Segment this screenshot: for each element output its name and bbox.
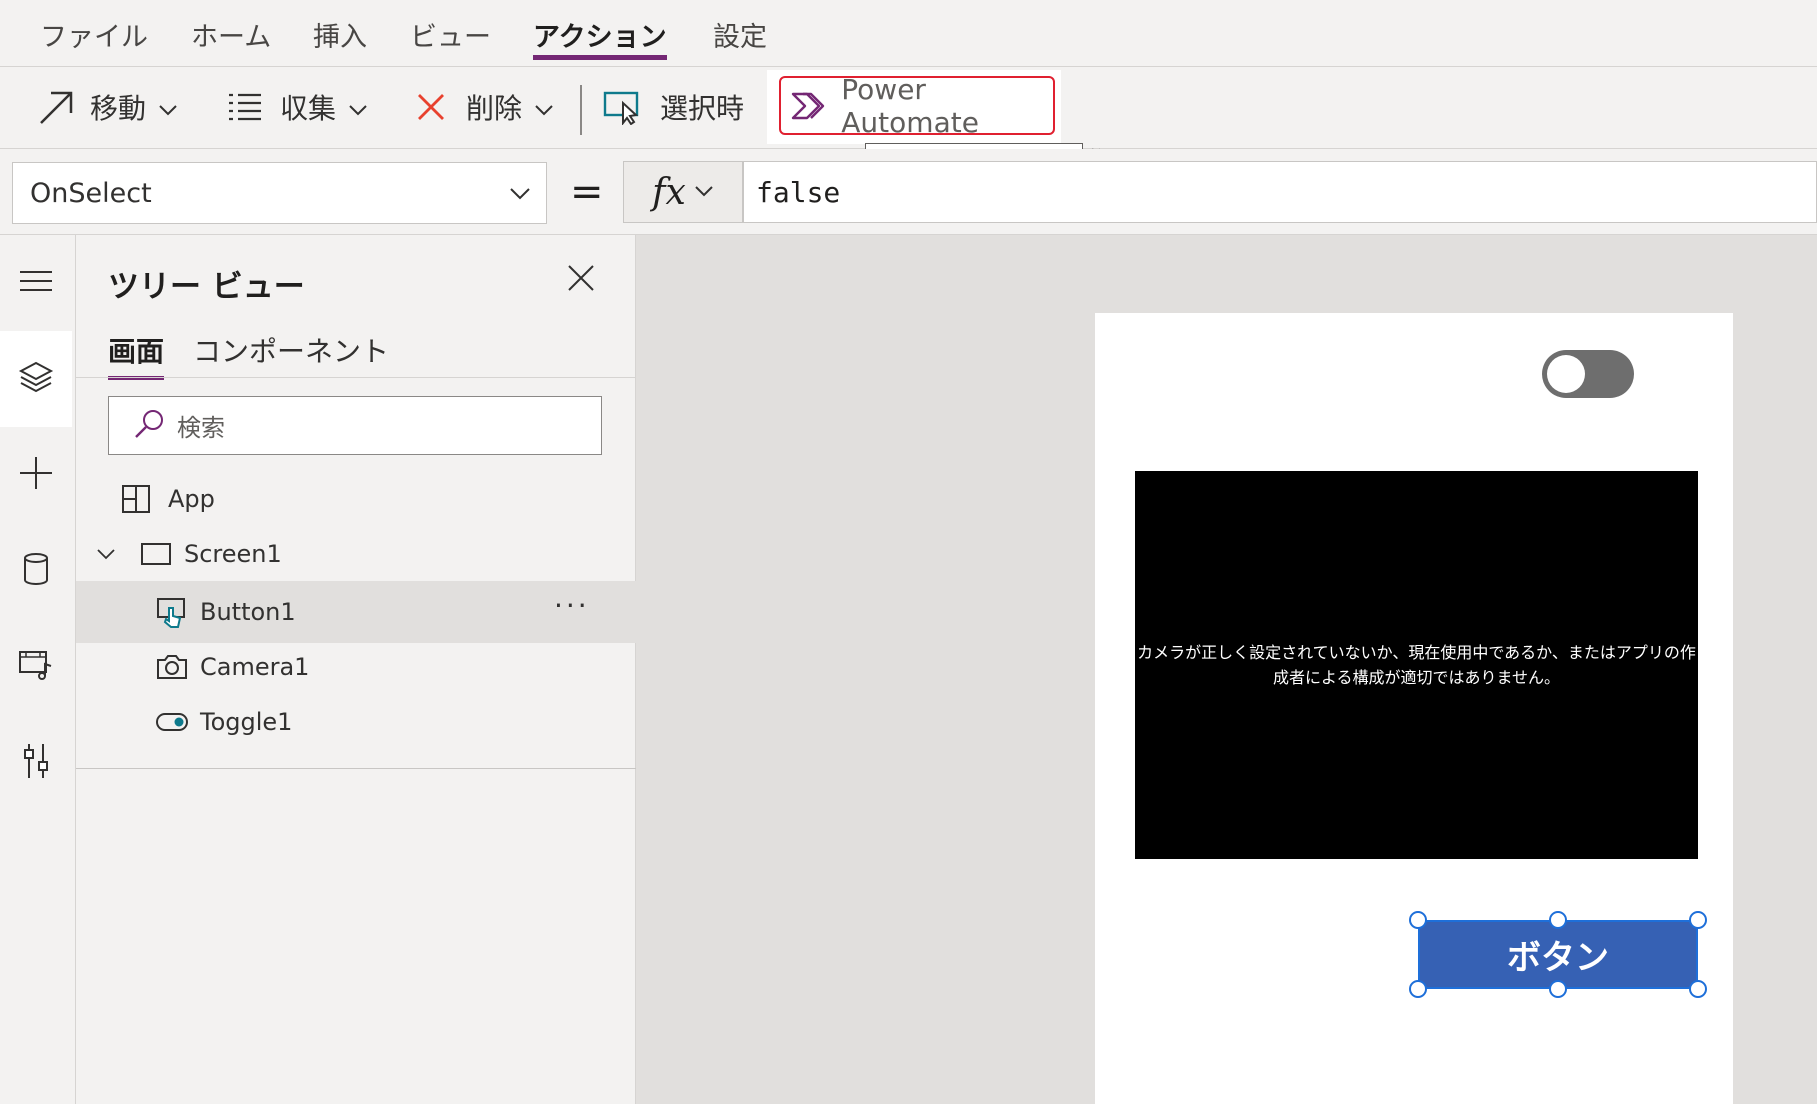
power-automate-icon bbox=[791, 86, 831, 126]
tree-view-button[interactable] bbox=[0, 331, 72, 427]
tab-settings[interactable]: 設定 bbox=[713, 14, 767, 62]
tab-file[interactable]: ファイル bbox=[40, 14, 148, 62]
resize-handle-bottom-left[interactable] bbox=[1409, 980, 1427, 998]
media-icon bbox=[18, 649, 54, 685]
tree-item-label: App bbox=[168, 485, 215, 513]
tree-item-screen1[interactable]: Screen1 bbox=[76, 523, 636, 585]
equals-sign: = bbox=[570, 169, 604, 215]
close-icon bbox=[566, 265, 596, 297]
more-options-icon[interactable]: ··· bbox=[554, 589, 590, 622]
navigate-button[interactable]: 移動 bbox=[34, 79, 178, 135]
insert-button[interactable] bbox=[0, 427, 72, 523]
chevron-down-icon bbox=[508, 179, 532, 214]
tree-item-camera1[interactable]: Camera1 bbox=[76, 636, 636, 698]
app-icon bbox=[116, 479, 156, 519]
data-button[interactable] bbox=[0, 523, 72, 619]
chevron-down-icon bbox=[158, 91, 178, 124]
left-rail bbox=[0, 235, 76, 1104]
tab-components[interactable]: コンポーネント bbox=[193, 330, 389, 370]
tree-item-toggle1[interactable]: Toggle1 bbox=[76, 691, 636, 753]
tree-item-app[interactable]: App bbox=[76, 468, 636, 530]
tree-view-title: ツリー ビュー bbox=[108, 269, 305, 305]
database-icon bbox=[22, 552, 50, 590]
layers-icon bbox=[18, 360, 54, 398]
onselect-label: 選択時 bbox=[660, 92, 745, 125]
property-dropdown[interactable]: OnSelect bbox=[12, 162, 547, 224]
resize-handle-bottom-right[interactable] bbox=[1689, 980, 1707, 998]
close-panel-button[interactable] bbox=[566, 263, 602, 299]
button1-selection[interactable]: ボタン bbox=[1409, 911, 1707, 998]
tree-item-label: Toggle1 bbox=[200, 708, 293, 736]
resize-handle-top-left[interactable] bbox=[1409, 911, 1427, 929]
resize-handle-top[interactable] bbox=[1549, 911, 1567, 929]
tree-view-panel: ツリー ビュー 画面 コンポーネント 検索 App Screen1 Button… bbox=[76, 235, 636, 1104]
tab-home[interactable]: ホーム bbox=[191, 14, 271, 62]
menu-bar: ファイル ホーム 挿入 ビュー アクション 設定 bbox=[0, 0, 1817, 67]
tree-divider bbox=[76, 768, 636, 769]
power-automate-label: Power Automate bbox=[841, 72, 979, 139]
tab-action[interactable]: アクション bbox=[533, 14, 667, 62]
ribbon-divider bbox=[580, 85, 582, 135]
toggle-knob bbox=[1547, 355, 1585, 393]
toggle1-control[interactable] bbox=[1542, 350, 1634, 398]
close-icon bbox=[408, 84, 454, 130]
tree-item-label: Button1 bbox=[200, 598, 296, 626]
hamburger-icon bbox=[19, 269, 53, 297]
camera-icon bbox=[152, 647, 192, 687]
navigate-label: 移動 bbox=[90, 92, 147, 125]
screen1-canvas[interactable]: カメラが正しく設定されていないか、現在使用中であるか、またはアプリの作成者による… bbox=[1095, 313, 1733, 1104]
fx-icon: fx bbox=[652, 171, 686, 213]
design-canvas: カメラが正しく設定されていないか、現在使用中であるか、またはアプリの作成者による… bbox=[636, 235, 1817, 1104]
tab-screens[interactable]: 画面 bbox=[108, 330, 165, 380]
plus-icon bbox=[19, 456, 53, 494]
tab-view[interactable]: ビュー bbox=[410, 14, 491, 62]
property-value: OnSelect bbox=[30, 177, 152, 209]
tab-insert[interactable]: 挿入 bbox=[313, 14, 367, 62]
formula-input[interactable]: false bbox=[743, 161, 1817, 223]
camera1-control[interactable]: カメラが正しく設定されていないか、現在使用中であるか、またはアプリの作成者による… bbox=[1135, 471, 1698, 859]
cursor-select-icon bbox=[600, 84, 646, 130]
chevron-down-icon bbox=[694, 183, 714, 202]
remove-button[interactable]: 削除 bbox=[408, 79, 554, 135]
media-button[interactable] bbox=[0, 619, 72, 715]
tools-icon bbox=[21, 742, 51, 784]
resize-handle-bottom[interactable] bbox=[1549, 980, 1567, 998]
chevron-down-icon bbox=[348, 91, 368, 124]
fx-button[interactable]: fx bbox=[623, 161, 743, 223]
action-ribbon: 移動 収集 削除 選択時 Power Automate bbox=[0, 67, 1817, 149]
button-icon bbox=[152, 592, 192, 632]
tree-item-label: Camera1 bbox=[200, 653, 310, 681]
resize-handle-top-right[interactable] bbox=[1689, 911, 1707, 929]
search-placeholder: 検索 bbox=[177, 414, 225, 442]
formula-bar: OnSelect = fx false bbox=[0, 149, 1817, 235]
collect-label: 収集 bbox=[280, 92, 337, 125]
camera-error-message: カメラが正しく設定されていないか、現在使用中であるか、またはアプリの作成者による… bbox=[1137, 643, 1696, 687]
toggle-icon bbox=[152, 702, 192, 742]
hamburger-menu-button[interactable] bbox=[0, 235, 72, 331]
arrow-up-right-icon bbox=[34, 84, 80, 130]
search-icon bbox=[133, 408, 165, 444]
tree-item-label: Screen1 bbox=[184, 540, 282, 568]
power-automate-button[interactable]: Power Automate bbox=[779, 73, 1055, 139]
chevron-down-icon[interactable] bbox=[76, 547, 116, 561]
list-icon bbox=[222, 84, 268, 130]
onselect-button[interactable]: 選択時 bbox=[600, 79, 744, 135]
tabs-divider bbox=[76, 377, 636, 378]
tree-search-input[interactable]: 検索 bbox=[108, 396, 602, 455]
tree-item-button1[interactable]: Button1 ··· bbox=[76, 581, 636, 643]
remove-label: 削除 bbox=[466, 92, 523, 125]
screen-icon bbox=[136, 534, 176, 574]
advanced-tools-button[interactable] bbox=[0, 715, 72, 811]
button1-control[interactable]: ボタン bbox=[1418, 920, 1698, 989]
collect-button[interactable]: 収集 bbox=[222, 79, 368, 135]
chevron-down-icon bbox=[534, 91, 554, 124]
